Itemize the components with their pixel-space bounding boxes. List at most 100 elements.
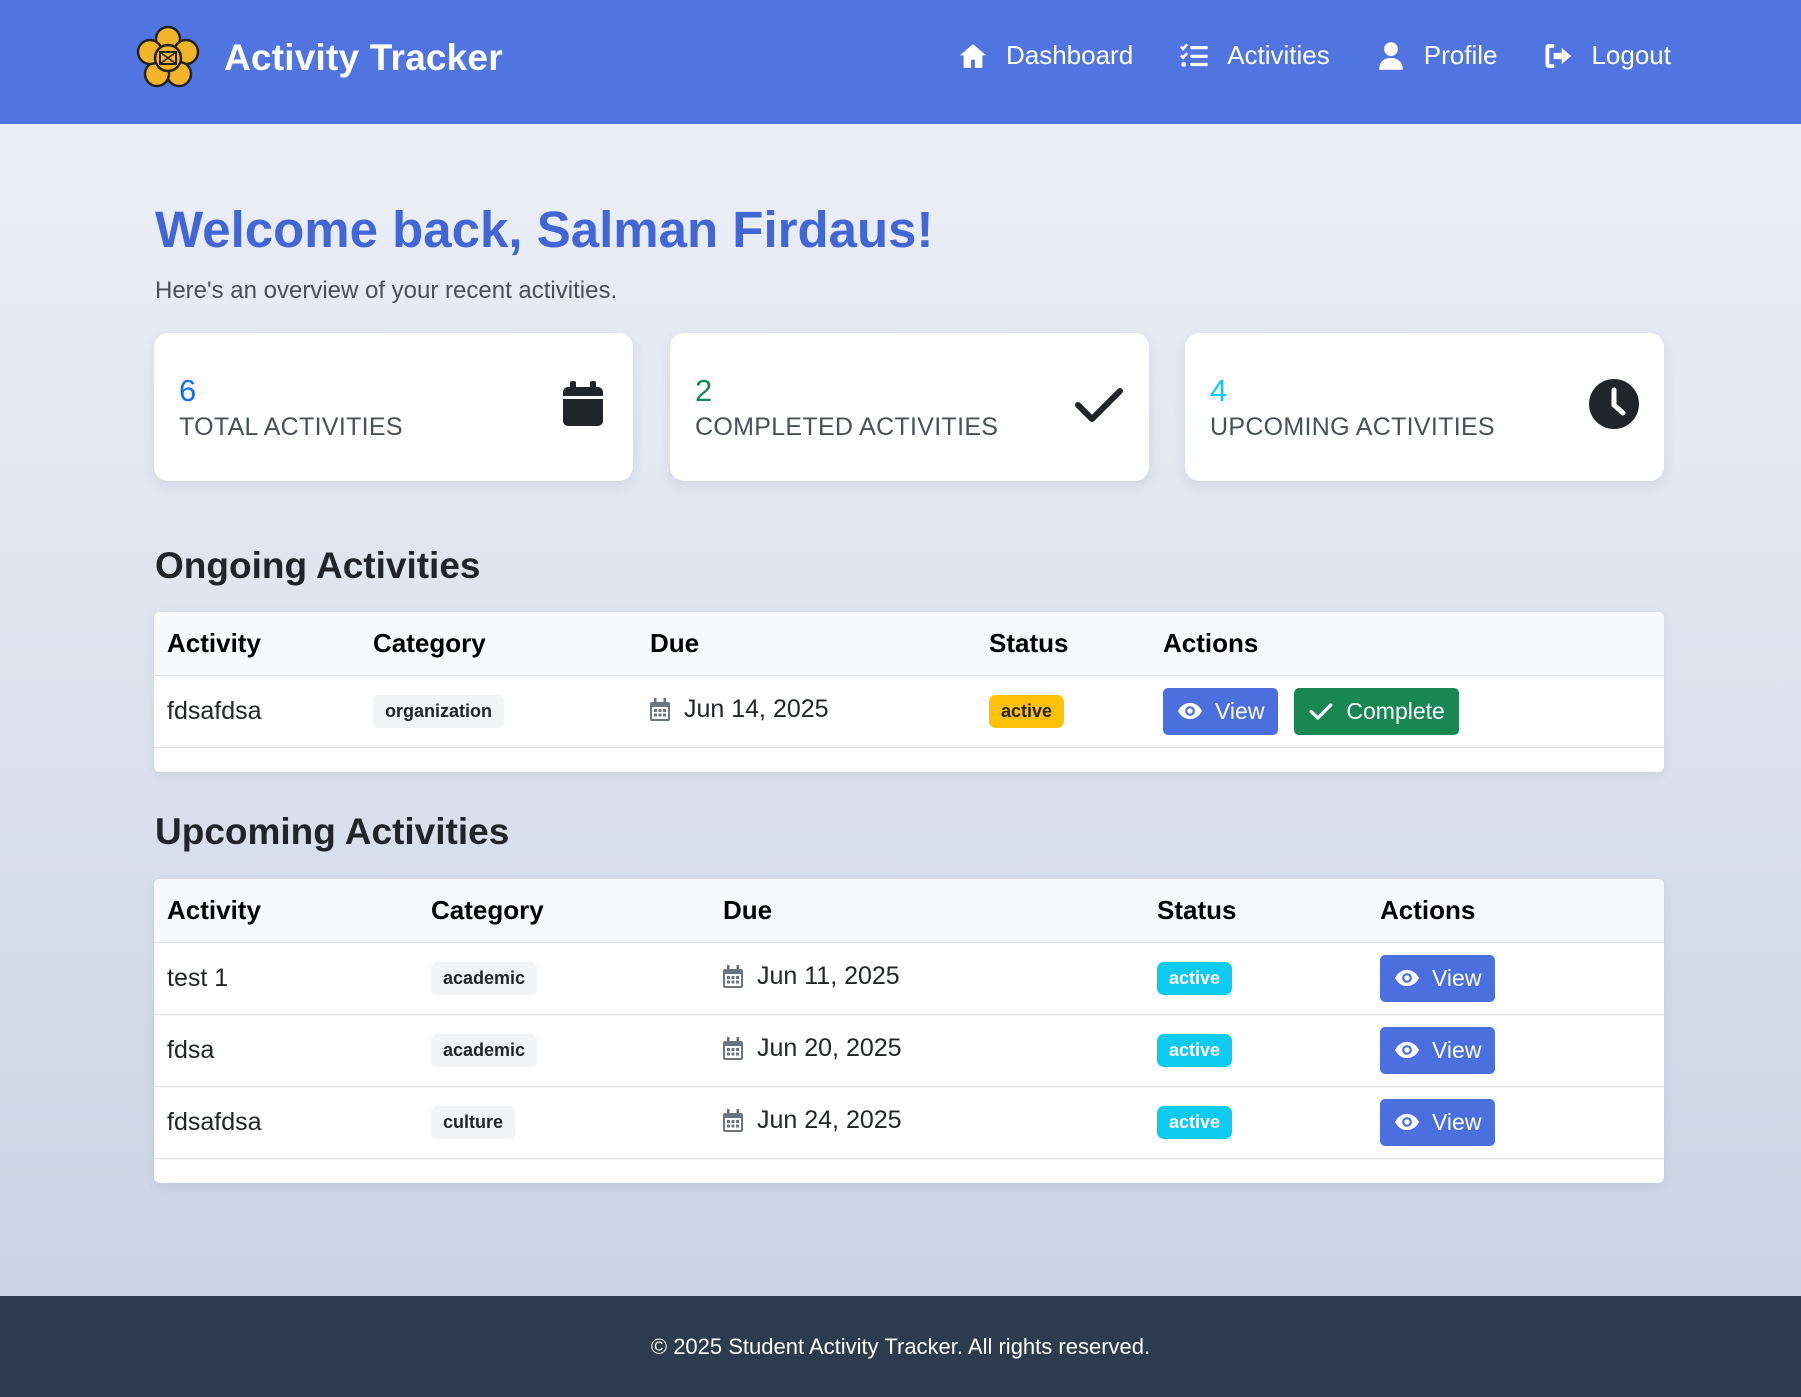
- table-header-row: Activity Category Due Status Actions: [154, 879, 1664, 943]
- flower-emblem-icon: [136, 25, 200, 88]
- due-date: Jun 11, 2025: [723, 962, 900, 991]
- eye-icon: [1395, 969, 1419, 987]
- navbar: Activity Tracker Dashboard Activities Pr…: [0, 0, 1801, 124]
- nav-dashboard[interactable]: Dashboard: [958, 40, 1133, 71]
- upcoming-table-card: Activity Category Due Status Actions tes…: [154, 879, 1664, 1183]
- eye-icon: [1395, 1113, 1419, 1131]
- welcome-subtitle: Here's an overview of your recent activi…: [155, 277, 618, 304]
- due-date-text: Jun 14, 2025: [684, 694, 829, 723]
- column-header-category: Category: [418, 879, 710, 943]
- column-header-due: Due: [637, 612, 976, 676]
- column-header-status: Status: [1144, 879, 1367, 943]
- stat-card-upcoming: 4 UPCOMING ACTIVITIES: [1185, 333, 1664, 481]
- ongoing-table: Activity Category Due Status Actions fds…: [154, 612, 1664, 748]
- calendar-small-icon: [650, 697, 670, 721]
- table-row: test 1 academic Jun 11, 2025 active View: [154, 942, 1664, 1015]
- category-cell: culture: [418, 1086, 710, 1159]
- nav-profile[interactable]: Profile: [1376, 40, 1498, 71]
- due-date: Jun 14, 2025: [650, 695, 829, 724]
- status-cell: active: [1144, 1014, 1367, 1087]
- complete-button-label: Complete: [1346, 697, 1445, 724]
- column-header-activity: Activity: [154, 612, 360, 676]
- complete-button[interactable]: Complete: [1294, 687, 1459, 735]
- stat-total-value: 6: [179, 373, 197, 408]
- category-badge: culture: [431, 1105, 516, 1139]
- due-date: Jun 24, 2025: [723, 1106, 902, 1135]
- table-footer-spacer: [154, 748, 1664, 772]
- view-button[interactable]: View: [1380, 954, 1496, 1002]
- home-icon: [959, 43, 987, 68]
- activity-name: fdsafdsa: [154, 675, 360, 748]
- view-button[interactable]: View: [1380, 1098, 1496, 1146]
- stat-card-completed: 2 COMPLETED ACTIVITIES: [670, 333, 1149, 481]
- view-button-label: View: [1215, 697, 1265, 724]
- stat-upcoming-value: 4: [1210, 373, 1228, 408]
- stat-upcoming-label: UPCOMING ACTIVITIES: [1210, 413, 1495, 441]
- status-badge: active: [1157, 1033, 1233, 1067]
- ongoing-title: Ongoing Activities: [155, 545, 481, 586]
- view-button-label: View: [1432, 1108, 1482, 1135]
- nav-profile-label: Profile: [1423, 40, 1498, 70]
- stat-card-total: 6 TOTAL ACTIVITIES: [154, 333, 633, 481]
- nav-logout-label: Logout: [1591, 40, 1671, 70]
- view-button[interactable]: View: [1380, 1026, 1496, 1074]
- calendar-icon: [563, 381, 603, 426]
- status-badge: active: [989, 694, 1065, 728]
- calendar-small-icon: [723, 1108, 743, 1132]
- ongoing-table-card: Activity Category Due Status Actions fds…: [154, 612, 1664, 772]
- category-cell: academic: [418, 942, 710, 1015]
- nav-activities[interactable]: Activities: [1179, 40, 1330, 71]
- nav-activities-label: Activities: [1227, 40, 1330, 70]
- activity-name: fdsafdsa: [154, 1086, 418, 1159]
- status-cell: active: [1144, 1086, 1367, 1159]
- clock-icon: [1589, 379, 1639, 429]
- upcoming-table: Activity Category Due Status Actions tes…: [154, 879, 1664, 1159]
- category-cell: academic: [418, 1014, 710, 1087]
- due-date: Jun 20, 2025: [723, 1034, 902, 1063]
- welcome-heading: Welcome back, Salman Firdaus!: [155, 201, 934, 258]
- due-date-text: Jun 11, 2025: [757, 961, 900, 990]
- footer: © 2025 Student Activity Tracker. All rig…: [0, 1296, 1801, 1397]
- due-cell: Jun 14, 2025: [637, 675, 976, 748]
- calendar-small-icon: [723, 964, 743, 988]
- actions-cell: View Complete: [1150, 675, 1664, 748]
- status-cell: active: [1144, 942, 1367, 1015]
- status-badge: active: [1157, 961, 1233, 995]
- status-cell: active: [976, 675, 1150, 748]
- list-check-icon: [1180, 43, 1208, 67]
- eye-icon: [1395, 1041, 1419, 1059]
- view-button[interactable]: View: [1163, 687, 1279, 735]
- column-header-due: Due: [710, 879, 1144, 943]
- stat-total-label: TOTAL ACTIVITIES: [179, 413, 403, 441]
- column-header-category: Category: [360, 612, 637, 676]
- due-cell: Jun 11, 2025: [710, 942, 1144, 1015]
- check-icon: [1075, 388, 1123, 422]
- category-badge: academic: [431, 961, 538, 995]
- category-badge: academic: [431, 1033, 538, 1067]
- activity-name: fdsa: [154, 1014, 418, 1087]
- nav-dashboard-label: Dashboard: [1005, 40, 1134, 70]
- category-cell: organization: [360, 675, 637, 748]
- actions-cell: View: [1367, 942, 1664, 1015]
- table-row: fdsa academic Jun 20, 2025 active View: [154, 1014, 1664, 1087]
- column-header-activity: Activity: [154, 879, 418, 943]
- stat-completed-value: 2: [695, 373, 713, 408]
- table-header-row: Activity Category Due Status Actions: [154, 612, 1664, 676]
- eye-icon: [1178, 702, 1202, 720]
- column-header-status: Status: [976, 612, 1150, 676]
- actions-cell: View: [1367, 1086, 1664, 1159]
- brand[interactable]: Activity Tracker: [134, 24, 503, 92]
- actions-cell: View: [1367, 1014, 1664, 1087]
- view-button-label: View: [1432, 1036, 1482, 1063]
- view-button-label: View: [1432, 964, 1482, 991]
- column-header-actions: Actions: [1367, 879, 1664, 943]
- activity-name: test 1: [154, 942, 418, 1015]
- check-icon: [1310, 703, 1333, 720]
- due-date-text: Jun 24, 2025: [757, 1105, 902, 1134]
- calendar-small-icon: [723, 1036, 743, 1060]
- user-icon: [1378, 41, 1403, 70]
- main-nav: Dashboard Activities Profile Logout: [912, 40, 1671, 71]
- status-badge: active: [1157, 1105, 1233, 1139]
- footer-text: © 2025 Student Activity Tracker. All rig…: [650, 1333, 1151, 1359]
- nav-logout[interactable]: Logout: [1543, 40, 1671, 71]
